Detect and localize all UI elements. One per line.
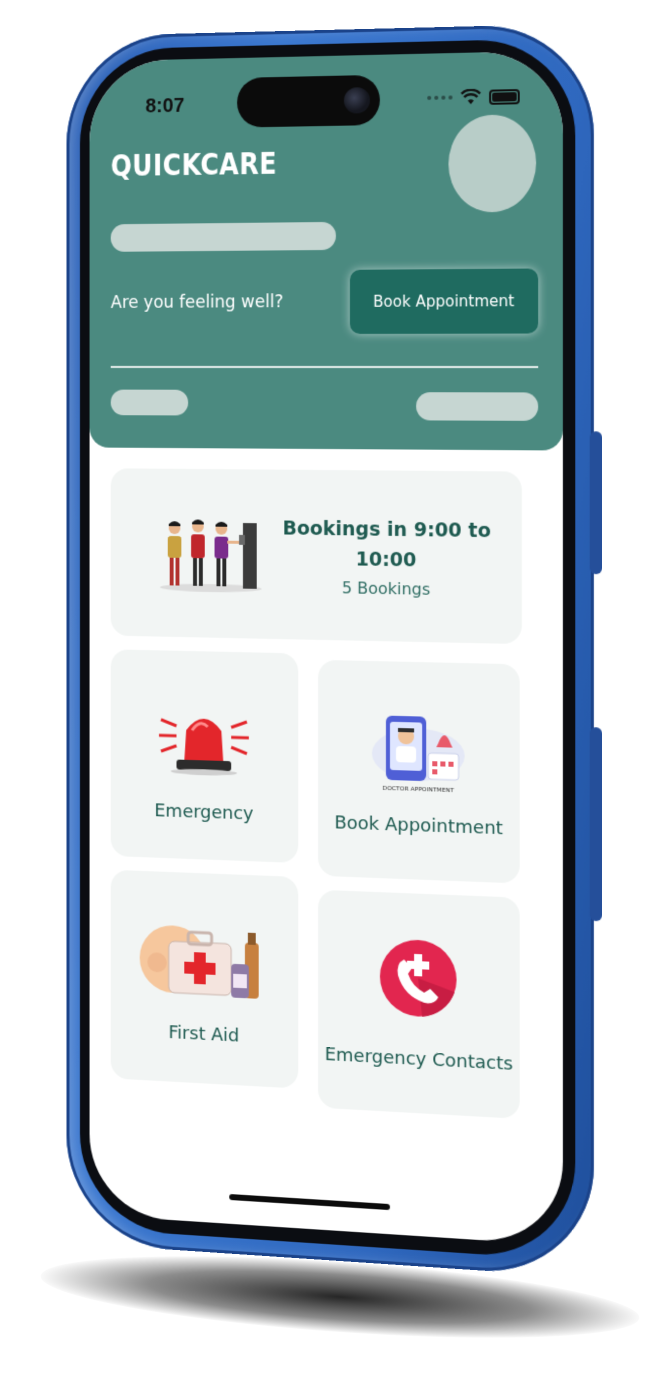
volume-button xyxy=(589,431,603,575)
first-aid-tile[interactable]: First Aid xyxy=(110,869,299,1089)
queue-illustration xyxy=(159,519,262,593)
doctor-appointment-illustration: DOCTOR APPOINTMENT xyxy=(371,715,465,794)
app-title: QUICKCARE xyxy=(110,146,277,184)
status-time: 8:07 xyxy=(145,94,185,118)
phone-screen: 8:07 QUICKCARE Are you feeling well? Boo… xyxy=(89,50,563,1246)
signal-icon xyxy=(427,95,453,100)
emergency-label: Emergency xyxy=(154,800,254,825)
first-aid-label: First Aid xyxy=(168,1022,240,1047)
dynamic-island xyxy=(237,74,380,128)
book-appointment-label: Book Appointment xyxy=(334,812,504,840)
emergency-tile[interactable]: Emergency xyxy=(110,649,299,863)
greeting-placeholder xyxy=(110,221,336,252)
avatar[interactable] xyxy=(448,114,537,213)
wellbeing-prompt: Are you feeling well? xyxy=(110,292,284,313)
bookings-title: Bookings in 9:00 to 10:00 xyxy=(282,517,491,572)
status-icons xyxy=(427,88,520,106)
header-panel: 8:07 QUICKCARE Are you feeling well? Boo… xyxy=(89,50,563,451)
first-aid-kit-illustration xyxy=(139,924,259,999)
phone-frame: 8:07 QUICKCARE Are you feeling well? Boo… xyxy=(66,23,603,1279)
header-divider xyxy=(110,365,539,369)
bookings-summary: Bookings in 9:00 to 10:00 5 Bookings xyxy=(276,513,497,600)
siren-icon xyxy=(157,700,251,777)
info-placeholder-right xyxy=(416,392,539,421)
doctor-appointment-caption: DOCTOR APPOINTMENT xyxy=(382,786,454,794)
info-placeholder-left xyxy=(110,389,189,416)
book-appointment-button[interactable]: Book Appointment xyxy=(349,268,539,334)
medical-phone-icon xyxy=(379,938,457,1019)
camera-icon xyxy=(343,87,370,114)
book-appointment-tile[interactable]: DOCTOR APPOINTMENT Book Appointment xyxy=(318,659,520,884)
power-button xyxy=(589,727,603,922)
bookings-count: 5 Bookings xyxy=(341,578,431,599)
home-indicator[interactable] xyxy=(229,1193,390,1211)
wifi-icon xyxy=(461,89,481,105)
emergency-contacts-tile[interactable]: Emergency Contacts xyxy=(318,889,520,1119)
bookings-card[interactable]: Bookings in 9:00 to 10:00 5 Bookings xyxy=(110,468,522,645)
battery-icon xyxy=(489,88,520,105)
emergency-contacts-label: Emergency Contacts xyxy=(324,1043,513,1075)
